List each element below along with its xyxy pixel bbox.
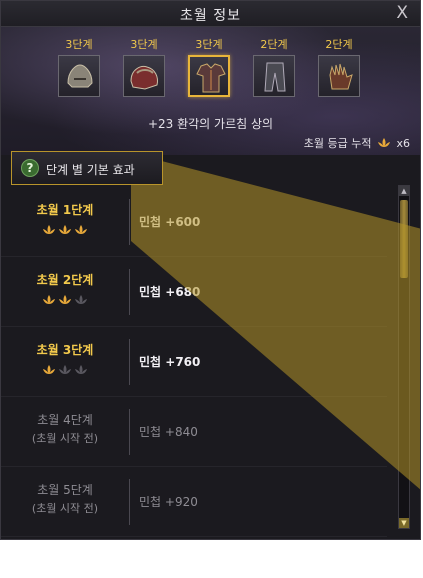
stage-name: 초월 3단계 [36, 343, 94, 357]
divider [129, 409, 130, 455]
stage-effect: 민첩 +760 [139, 355, 201, 369]
stage-label-cell: 초월 3단계 [1, 327, 129, 397]
stage-row: 초월 2단계민첩 +680 [1, 257, 387, 327]
lotus-icon [58, 291, 72, 310]
lotus-icon [42, 361, 56, 380]
stage-label-cell: 초월 4단계 (초월 시작 전) [1, 397, 129, 467]
equipment-box[interactable] [58, 55, 100, 97]
scroll-thumb[interactable] [400, 200, 408, 278]
stage-status: (초월 시작 전) [31, 432, 99, 445]
equipment-stage-label: 3단계 [130, 38, 158, 51]
lotus-icon [377, 137, 391, 152]
lotus-icon [42, 221, 56, 240]
stage-label-cell: 초월 5단계 (초월 시작 전) [1, 467, 129, 537]
stage-effect: 민첩 +680 [139, 285, 201, 299]
stage-effects-label: 단계 별 기본 효과 [46, 163, 135, 177]
window-title: 초월 정보 [180, 8, 241, 24]
lotus-row [1, 291, 129, 307]
equipment-box[interactable] [318, 55, 360, 97]
lotus-icon [74, 291, 88, 310]
divider [129, 479, 130, 525]
divider [129, 339, 130, 385]
equipment-stage-label: 2단계 [325, 38, 353, 51]
scroll-up-icon[interactable]: ▲ [399, 186, 409, 196]
equipment-slot[interactable]: 3단계 [121, 37, 167, 97]
cumulative-label: 초월 등급 누적 [303, 137, 372, 150]
stage-row: 초월 3단계민첩 +760 [1, 327, 387, 397]
stage-name: 초월 1단계 [36, 203, 94, 217]
helmet-icon [67, 64, 93, 88]
gloves-icon [329, 63, 353, 90]
stage-name: 초월 4단계 [37, 413, 93, 427]
equipment-stage-label: 3단계 [65, 38, 93, 51]
lotus-icon [74, 221, 88, 240]
equipment-slot[interactable]: 2단계 [316, 37, 362, 97]
equipment-stage-label: 3단계 [195, 38, 223, 51]
stage-effect: 민첩 +840 [139, 425, 198, 439]
equipment-slot[interactable]: 3단계 [186, 37, 232, 97]
divider [129, 199, 130, 245]
transcendence-info-window: 초월 정보 X 3단계 3단계 3단계 2단계 2단계 +23 환각의 가르침 상의 초… [0, 0, 421, 540]
lotus-icon [58, 221, 72, 240]
stage-name: 초월 5단계 [37, 483, 93, 497]
equipment-box[interactable] [123, 55, 165, 97]
equipment-slot[interactable]: 3단계 [56, 37, 102, 97]
stage-effect: 민첩 +600 [139, 215, 201, 229]
stage-effect: 민첩 +920 [139, 495, 198, 509]
stage-label-cell: 초월 1단계 [1, 187, 129, 257]
equipment-slot[interactable]: 2단계 [251, 37, 297, 97]
scroll-down-icon[interactable]: ▼ [399, 518, 409, 528]
item-name: +23 환각의 가르침 상의 [147, 117, 274, 131]
stage-label-cell: 초월 2단계 [1, 257, 129, 327]
lotus-row [1, 221, 129, 237]
stage-row: 초월 1단계민첩 +600 [1, 187, 387, 257]
divider [129, 269, 130, 315]
lotus-icon [74, 361, 88, 380]
stage-list: 초월 1단계 민첩 +600 초월 2단계 민첩 +680 초월 3단계 민첩 +760 초… [1, 187, 387, 539]
lotus-row [1, 361, 129, 377]
stage-row: 초월 4단계 (초월 시작 전) 민첩 +840 [1, 397, 387, 467]
stage-effects-button[interactable]: ? 단계 별 기본 효과 [11, 151, 163, 185]
lotus-icon [58, 361, 72, 380]
cumulative-value: x6 [396, 137, 410, 150]
equipment-box[interactable] [188, 55, 230, 97]
stage-row: 초월 5단계 (초월 시작 전) 민첩 +920 [1, 467, 387, 537]
chest-armor-icon [196, 63, 226, 93]
scrollbar[interactable]: ▲ ▼ [398, 185, 410, 529]
close-button[interactable]: X [396, 3, 408, 23]
leg-armor-icon [264, 62, 286, 92]
title-bar: 초월 정보 X [1, 1, 420, 27]
cumulative-grade: 초월 등급 누적 x6 [304, 135, 410, 152]
equipment-row: 3단계 3단계 3단계 2단계 2단계 [56, 37, 376, 117]
equipment-box[interactable] [253, 55, 295, 97]
question-icon: ? [21, 159, 39, 177]
shoulder-armor-icon [130, 66, 158, 90]
lotus-icon [42, 291, 56, 310]
equipment-stage-label: 2단계 [260, 38, 288, 51]
stage-name: 초월 2단계 [36, 273, 94, 287]
stage-status: (초월 시작 전) [31, 502, 99, 515]
equipment-header: 3단계 3단계 3단계 2단계 2단계 +23 환각의 가르침 상의 초월 등급 누적 … [1, 27, 420, 155]
